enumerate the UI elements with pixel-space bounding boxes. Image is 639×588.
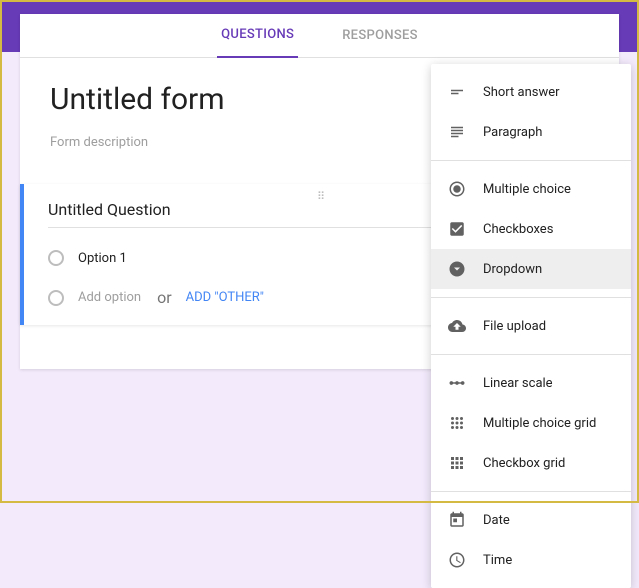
- short-answer-icon: [447, 82, 467, 102]
- radio-grid-icon: [447, 413, 467, 433]
- menu-dropdown[interactable]: Dropdown: [431, 249, 631, 289]
- menu-checkbox-grid[interactable]: Checkbox grid: [431, 443, 631, 483]
- radio-icon: [48, 250, 64, 266]
- menu-divider: [431, 297, 631, 298]
- menu-divider: [431, 354, 631, 355]
- dropdown-icon: [447, 259, 467, 279]
- clock-icon: [447, 550, 467, 570]
- cloud-upload-icon: [447, 316, 467, 336]
- menu-time[interactable]: Time: [431, 540, 631, 580]
- or-text: or: [157, 288, 172, 307]
- checkbox-icon: [447, 219, 467, 239]
- option-1-text[interactable]: Option 1: [78, 251, 127, 266]
- menu-label: Short answer: [483, 85, 560, 100]
- menu-divider: [431, 160, 631, 161]
- menu-checkboxes[interactable]: Checkboxes: [431, 209, 631, 249]
- menu-label: Checkbox grid: [483, 456, 565, 471]
- menu-label: Paragraph: [483, 125, 542, 140]
- menu-file-upload[interactable]: File upload: [431, 306, 631, 346]
- linear-scale-icon: [447, 373, 467, 393]
- add-other-button[interactable]: ADD "OTHER": [186, 290, 264, 305]
- menu-label: Multiple choice: [483, 182, 571, 197]
- drag-handle-icon[interactable]: ⠿: [317, 190, 326, 203]
- calendar-icon: [447, 510, 467, 530]
- tab-questions[interactable]: QUESTIONS: [217, 14, 298, 58]
- paragraph-icon: [447, 122, 467, 142]
- add-option-button[interactable]: Add option: [78, 290, 141, 305]
- radio-icon: [48, 290, 64, 306]
- menu-short-answer[interactable]: Short answer: [431, 72, 631, 112]
- menu-divider: [431, 491, 631, 492]
- menu-multiple-choice-grid[interactable]: Multiple choice grid: [431, 403, 631, 443]
- menu-label: Dropdown: [483, 262, 542, 277]
- menu-label: Multiple choice grid: [483, 416, 596, 431]
- menu-date[interactable]: Date: [431, 500, 631, 540]
- checkbox-grid-icon: [447, 453, 467, 473]
- menu-label: Linear scale: [483, 376, 553, 391]
- menu-label: Time: [483, 553, 512, 568]
- menu-label: Date: [483, 513, 510, 528]
- tab-responses[interactable]: RESPONSES: [338, 14, 422, 58]
- menu-linear-scale[interactable]: Linear scale: [431, 363, 631, 403]
- menu-label: File upload: [483, 319, 546, 334]
- menu-paragraph[interactable]: Paragraph: [431, 112, 631, 152]
- question-type-menu: Short answer Paragraph Multiple choice C…: [431, 64, 631, 588]
- menu-label: Checkboxes: [483, 222, 553, 237]
- editor-tabs: QUESTIONS RESPONSES: [20, 14, 619, 58]
- menu-multiple-choice[interactable]: Multiple choice: [431, 169, 631, 209]
- radio-checked-icon: [447, 179, 467, 199]
